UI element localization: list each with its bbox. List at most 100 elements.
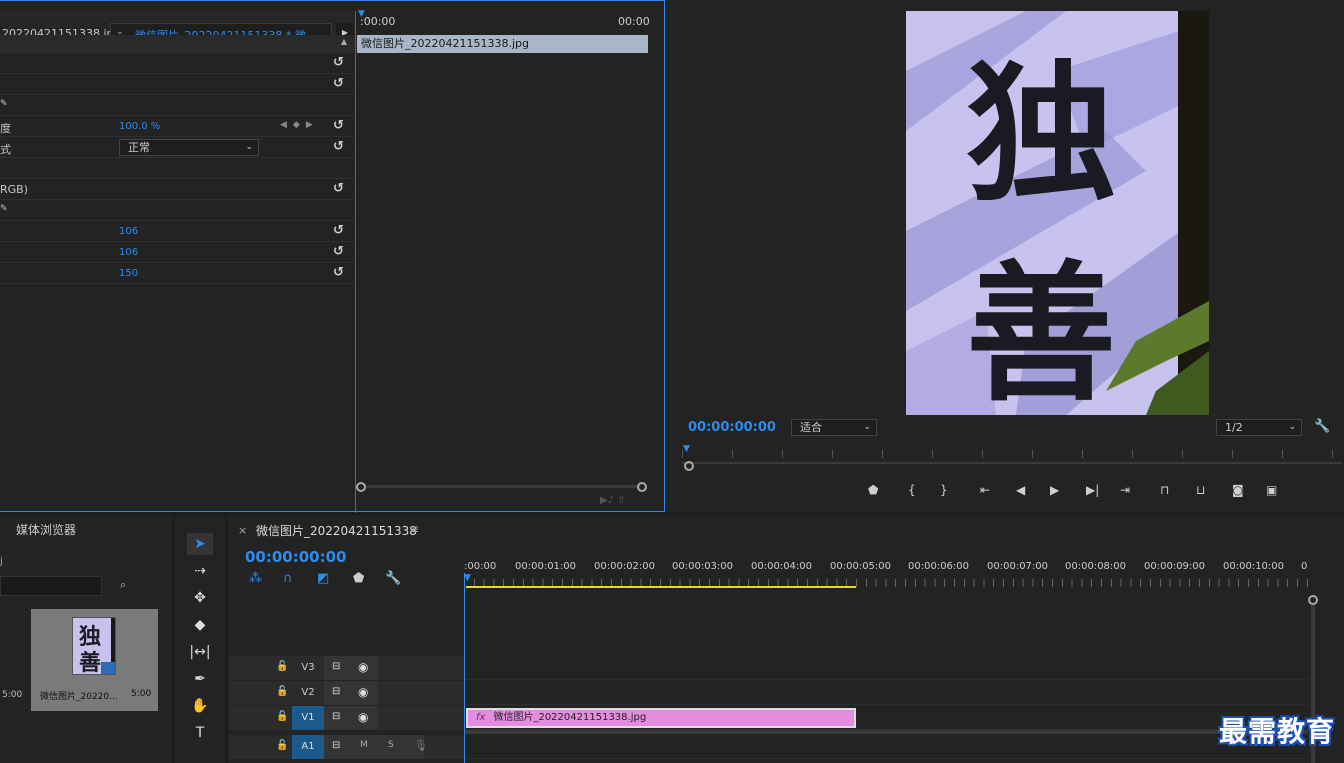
selection-tool-icon[interactable]: ➤ — [187, 533, 213, 555]
play-icon[interactable]: ▶ — [1050, 483, 1059, 497]
wrench-icon[interactable]: 🔧 — [1314, 419, 1330, 434]
work-area-bar[interactable] — [466, 586, 856, 588]
snap-icon[interactable]: ∩ — [283, 571, 293, 586]
panel-menu-icon[interactable]: ≡ — [409, 522, 419, 536]
compare-icon[interactable]: ▣ — [1266, 483, 1277, 497]
nest-icon[interactable]: ⁂ — [249, 571, 262, 586]
wrench-icon[interactable]: 🔧 — [385, 571, 401, 586]
sync-lock-icon[interactable]: ⊟ — [332, 661, 340, 672]
step-forward-icon[interactable]: ▶| — [1086, 483, 1099, 497]
track-header-v2[interactable]: 🔓 V2 ⊟ ◉ — [228, 681, 464, 705]
reset-icon[interactable]: ↺ — [333, 244, 344, 259]
playhead-icon[interactable]: ▼ — [683, 444, 690, 454]
type-tool-icon[interactable]: T — [187, 722, 213, 744]
filter-icon[interactable]: ▶♪ ⇧ — [600, 495, 626, 506]
eye-icon[interactable]: ◉ — [358, 710, 368, 724]
track-header-a1[interactable]: 🔓 A1 ⊟ M S 🎙 — [228, 735, 464, 759]
lock-icon[interactable]: 🔓 — [276, 661, 288, 672]
close-icon[interactable]: × — [238, 524, 247, 537]
effect-row[interactable]: ✎ — [0, 95, 355, 116]
reset-icon[interactable]: ↺ — [333, 55, 344, 70]
sync-lock-icon[interactable]: ⊟ — [332, 711, 340, 722]
timeline-timecode[interactable]: 00:00:00:00 — [245, 548, 347, 566]
track-select-tool-icon[interactable]: ⇢ — [187, 560, 213, 582]
sync-lock-icon[interactable]: ⊟ — [332, 686, 340, 697]
effect-clip-bar[interactable]: 微信图片_20220421151338.jpg — [357, 35, 648, 53]
effect-row[interactable]: ✎ — [0, 200, 355, 221]
track-lane-v3[interactable] — [464, 656, 1308, 680]
playhead-icon[interactable]: ▼ — [464, 573, 471, 583]
reset-icon[interactable]: ↺ — [333, 181, 344, 196]
lock-icon[interactable]: 🔓 — [276, 740, 288, 751]
reset-icon[interactable]: ↺ — [333, 265, 344, 280]
horizontal-zoom-scrollbar[interactable] — [356, 482, 649, 492]
sync-lock-icon[interactable]: ⊟ — [332, 740, 340, 751]
eye-icon[interactable]: ◉ — [358, 685, 368, 699]
lock-icon[interactable]: 🔓 — [276, 686, 288, 697]
blend-mode-row[interactable]: 式 正常 ⌄ ↺ — [0, 137, 355, 158]
add-marker-icon[interactable]: ⬟ — [353, 571, 364, 586]
resolution-select[interactable]: 1/2 ⌄ — [1216, 419, 1302, 436]
reset-icon[interactable]: ↺ — [333, 223, 344, 238]
track-lane-a1[interactable] — [464, 735, 1308, 759]
mute-button[interactable]: M — [360, 740, 368, 750]
search-folder-icon[interactable]: ⌕ — [120, 578, 126, 592]
lift-icon[interactable]: ⊓ — [1160, 483, 1169, 497]
project-item[interactable]: 独善 微信图片_20220... 5:00 — [31, 609, 158, 711]
step-back-icon[interactable]: ◀ — [1016, 483, 1025, 497]
project-search-input[interactable] — [0, 576, 102, 596]
timeline-divider[interactable] — [355, 11, 356, 513]
program-mini-timeline[interactable]: ▼ — [682, 444, 1342, 476]
timeline-playhead-line[interactable] — [464, 573, 465, 763]
opacity-value[interactable]: 100.0 % — [119, 121, 160, 132]
reset-icon[interactable]: ↺ — [333, 118, 344, 133]
razor-tool-icon[interactable]: ◆ — [187, 614, 213, 636]
effect-param-row[interactable]: 106 ↺ — [0, 221, 355, 242]
ripple-edit-tool-icon[interactable]: ✥ — [187, 587, 213, 609]
track-header-v1[interactable]: 🔓 V1 ⊟ ◉ — [228, 706, 464, 730]
hand-tool-icon[interactable]: ✋ — [187, 695, 213, 717]
scroll-handle-right[interactable] — [637, 482, 647, 492]
slip-tool-icon[interactable]: |↔| — [187, 641, 213, 663]
camera-icon[interactable]: ◙ — [1232, 483, 1244, 497]
calligraphy-char-2: 善 — [966, 246, 1116, 415]
tab-media-browser[interactable]: 媒体浏览器 — [16, 521, 76, 538]
svg-text:善: 善 — [79, 650, 101, 675]
timeline-ruler[interactable]: :00:00 00:00:01:00 00:00:02:00 00:00:03:… — [464, 553, 1314, 589]
scroll-handle[interactable] — [684, 461, 694, 471]
reset-icon[interactable]: ↺ — [333, 139, 344, 154]
extract-icon[interactable]: ⊔ — [1196, 483, 1205, 497]
program-timecode[interactable]: 00:00:00:00 — [688, 420, 776, 435]
solo-button[interactable]: S — [388, 740, 394, 750]
effect-row[interactable]: ↺ — [0, 53, 355, 74]
tab-sequence[interactable]: 微信图片_20220421151338 — [256, 522, 417, 539]
go-to-out-icon[interactable]: ⇥ — [1120, 483, 1130, 497]
eye-icon[interactable]: ◉ — [358, 660, 368, 674]
timeline-clip[interactable]: fx 微信图片_20220421151338.jpg — [466, 708, 856, 728]
pen-tool-icon[interactable]: ✒ — [187, 668, 213, 690]
reset-icon[interactable]: ↺ — [333, 76, 344, 91]
fit-select[interactable]: 适合 ⌄ — [791, 419, 877, 436]
mark-out-icon[interactable]: } — [940, 483, 948, 497]
calligraphy-image: 独 善 — [906, 11, 1209, 415]
effect-param-row[interactable]: 106 ↺ — [0, 242, 355, 263]
effect-row[interactable]: RGB) ↺ — [0, 179, 355, 200]
effect-timeline-ruler[interactable]: ▼ :00:00 00:00 — [356, 9, 654, 35]
video-effects-header[interactable]: ▲ — [0, 35, 355, 53]
opacity-row[interactable]: 度 100.0 % ◀◆▶ ↺ — [0, 116, 355, 137]
effect-param-row[interactable]: 150 ↺ — [0, 263, 355, 284]
keyframe-nav-icon[interactable]: ◀◆▶ — [280, 120, 319, 130]
blend-mode-select[interactable]: 正常 ⌄ — [119, 139, 259, 156]
effect-row[interactable] — [0, 158, 355, 179]
lock-icon[interactable]: 🔓 — [276, 711, 288, 722]
scroll-handle-left[interactable] — [356, 482, 366, 492]
track-lane-v2[interactable] — [464, 681, 1308, 705]
linked-selection-icon[interactable]: ◩ — [317, 571, 329, 586]
mark-in-icon[interactable]: { — [908, 483, 916, 497]
add-marker-icon[interactable]: ⬟ — [868, 483, 878, 497]
track-header-v3[interactable]: 🔓 V3 ⊟ ◉ — [228, 656, 464, 680]
microphone-icon[interactable]: 🎙 — [414, 739, 428, 752]
go-to-in-icon[interactable]: ⇤ — [980, 483, 990, 497]
effect-row[interactable]: ↺ — [0, 74, 355, 95]
scroll-handle[interactable] — [1308, 595, 1318, 605]
